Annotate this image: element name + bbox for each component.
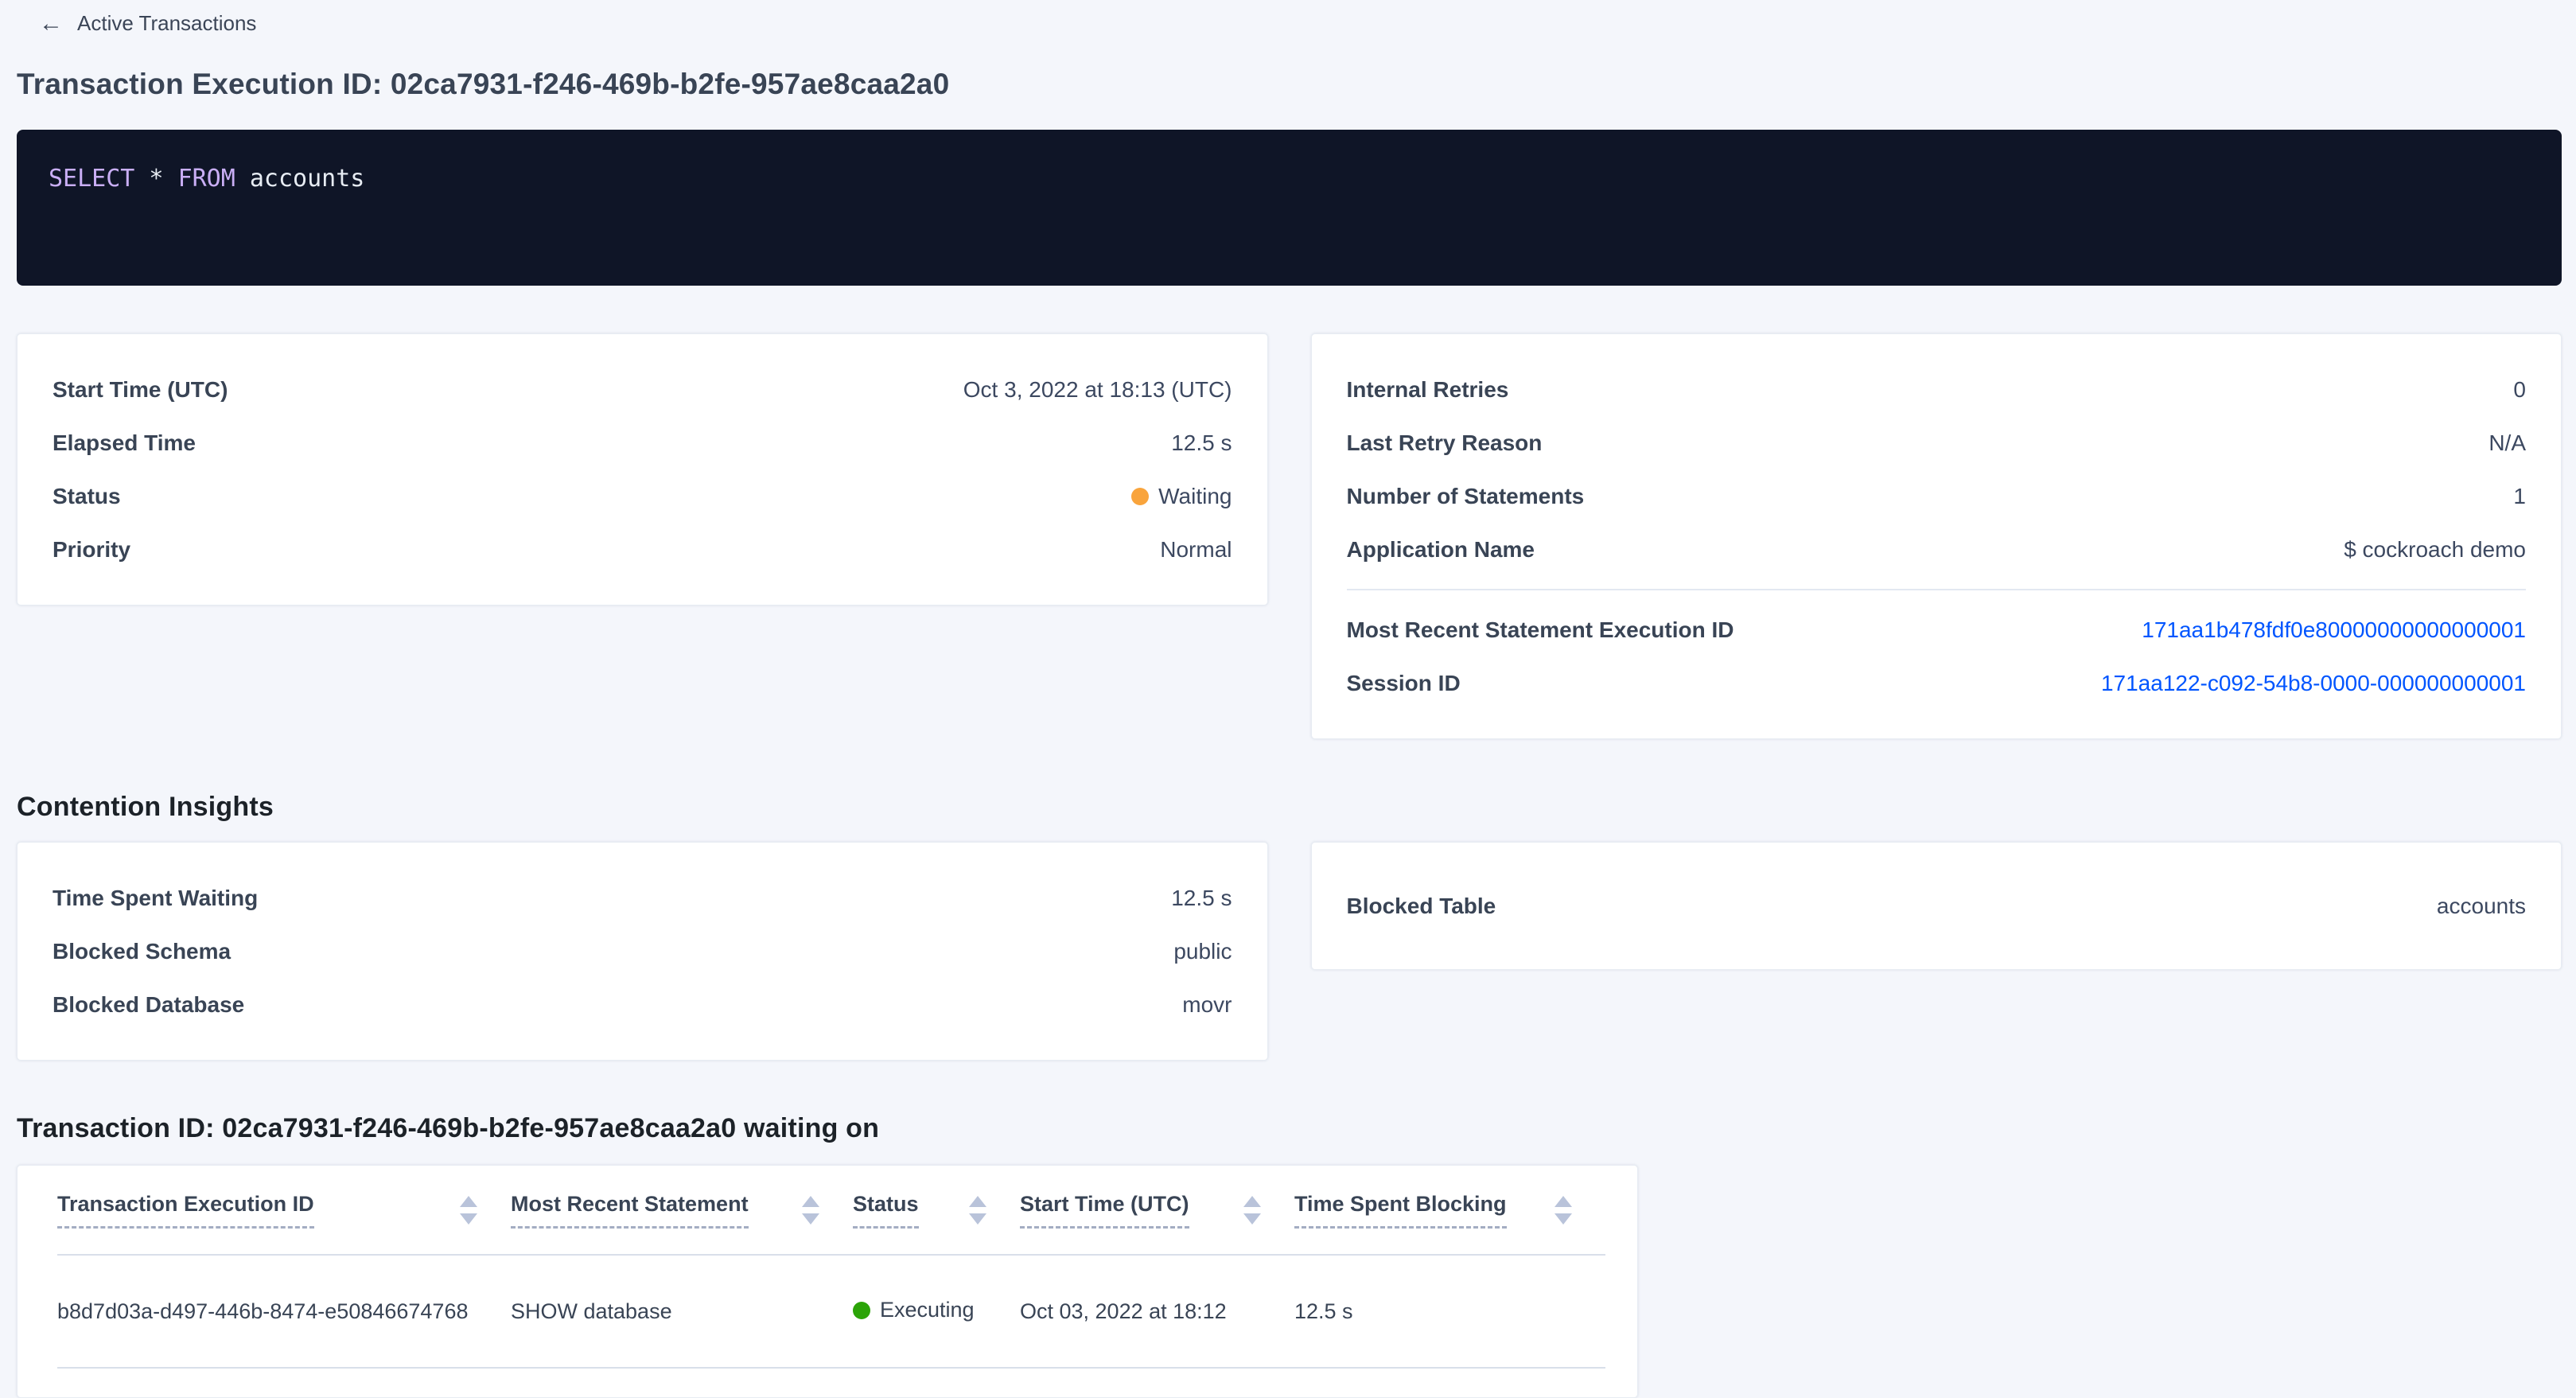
waiting-on-heading: Transaction ID: 02ca7931-f246-469b-b2fe-… <box>17 1113 2562 1144</box>
info-row-time-spent-waiting: Time Spent Waiting 12.5 s <box>53 871 1232 925</box>
info-row-elapsed-time: Elapsed Time 12.5 s <box>53 416 1232 469</box>
info-row-start-time: Start Time (UTC) Oct 3, 2022 at 18:13 (U… <box>53 363 1232 416</box>
internal-retries-label: Internal Retries <box>1347 377 1509 403</box>
application-name-value: $ cockroach demo <box>2344 537 2526 563</box>
sql-keyword: SELECT <box>49 165 134 193</box>
internal-retries-value: 0 <box>2513 377 2526 403</box>
start-time-value: Oct 3, 2022 at 18:13 (UTC) <box>963 377 1232 403</box>
blocked-schema-label: Blocked Schema <box>53 939 231 964</box>
sort-icon <box>969 1196 986 1225</box>
info-row-blocked-table: Blocked Table accounts <box>1347 879 2527 933</box>
waiting-on-table-card: Transaction Execution ID Most Recent Sta… <box>17 1165 1638 1398</box>
info-row-number-of-statements: Number of Statements 1 <box>1347 469 2527 523</box>
blocked-table-label: Blocked Table <box>1347 894 1496 919</box>
row-status-value: Executing <box>880 1298 975 1322</box>
application-name-label: Application Name <box>1347 537 1535 563</box>
elapsed-time-value: 12.5 s <box>1171 430 1232 456</box>
time-spent-waiting-value: 12.5 s <box>1171 886 1232 911</box>
column-header-label: Transaction Execution ID <box>57 1192 314 1229</box>
priority-value: Normal <box>1160 537 1232 563</box>
most-recent-statement-execution-id-label: Most Recent Statement Execution ID <box>1347 617 1734 643</box>
info-row-priority: Priority Normal <box>53 523 1232 576</box>
status-value: Waiting <box>1158 484 1232 509</box>
sort-icon <box>802 1196 819 1225</box>
cell-most-recent-statement: SHOW database <box>511 1299 853 1324</box>
overview-section: Start Time (UTC) Oct 3, 2022 at 18:13 (U… <box>17 333 2562 739</box>
breadcrumb-back-link[interactable]: ← Active Transactions <box>39 11 256 36</box>
number-of-statements-label: Number of Statements <box>1347 484 1585 509</box>
blocked-database-label: Blocked Database <box>53 992 244 1018</box>
column-header-label: Most Recent Statement <box>511 1192 749 1229</box>
sort-icon <box>1555 1196 1572 1225</box>
status-label: Status <box>53 484 121 509</box>
info-row-internal-retries: Internal Retries 0 <box>1347 363 2527 416</box>
overview-card-right: Internal Retries 0 Last Retry Reason N/A… <box>1311 333 2562 739</box>
status-badge: Waiting <box>1131 484 1232 509</box>
cell-transaction-execution-id: b8d7d03a-d497-446b-8474-e50846674768 <box>57 1299 511 1324</box>
contention-section: Time Spent Waiting 12.5 s Blocked Schema… <box>17 842 2562 1061</box>
column-header-most-recent-statement[interactable]: Most Recent Statement <box>511 1166 853 1254</box>
info-row-application-name: Application Name $ cockroach demo <box>1347 523 2527 576</box>
info-row-status: Status Waiting <box>53 469 1232 523</box>
contention-insights-heading: Contention Insights <box>17 792 2562 823</box>
sql-keyword: FROM <box>178 165 235 193</box>
sql-text: accounts <box>235 165 365 193</box>
table-row: b8d7d03a-d497-446b-8474-e50846674768 SHO… <box>57 1256 1605 1369</box>
breadcrumb-label: Active Transactions <box>77 11 256 36</box>
column-header-label: Status <box>853 1192 919 1229</box>
transaction-details-page: ← Active Transactions Transaction Execut… <box>0 0 2576 1398</box>
executing-status-dot-icon <box>853 1302 870 1319</box>
session-id-link[interactable]: 171aa122-c092-54b8-0000-000000000001 <box>2101 671 2526 696</box>
sql-statement-box: SELECT * FROM accounts <box>17 130 2562 286</box>
session-id-label: Session ID <box>1347 671 1461 696</box>
contention-card-right: Blocked Table accounts <box>1311 842 2562 970</box>
info-row-most-recent-statement-execution-id: Most Recent Statement Execution ID 171aa… <box>1347 603 2527 656</box>
cell-status: Executing <box>853 1298 1020 1325</box>
table-header-row: Transaction Execution ID Most Recent Sta… <box>57 1166 1605 1256</box>
cell-start-time: Oct 03, 2022 at 18:12 <box>1020 1299 1294 1324</box>
column-header-label: Time Spent Blocking <box>1294 1192 1507 1229</box>
number-of-statements-value: 1 <box>2513 484 2526 509</box>
sort-icon <box>1243 1196 1261 1225</box>
column-header-label: Start Time (UTC) <box>1020 1192 1189 1229</box>
info-row-blocked-schema: Blocked Schema public <box>53 925 1232 978</box>
blocked-database-value: movr <box>1182 992 1232 1018</box>
blocked-schema-value: public <box>1173 939 1232 964</box>
info-row-last-retry-reason: Last Retry Reason N/A <box>1347 416 2527 469</box>
card-divider <box>1347 589 2527 590</box>
blocked-table-value: accounts <box>2437 894 2526 919</box>
info-row-session-id: Session ID 171aa122-c092-54b8-0000-00000… <box>1347 656 2527 710</box>
elapsed-time-label: Elapsed Time <box>53 430 196 456</box>
start-time-label: Start Time (UTC) <box>53 377 228 403</box>
priority-label: Priority <box>53 537 130 563</box>
arrow-left-icon: ← <box>39 12 63 36</box>
waiting-status-dot-icon <box>1131 488 1149 505</box>
last-retry-reason-value: N/A <box>2488 430 2526 456</box>
info-row-blocked-database: Blocked Database movr <box>53 978 1232 1031</box>
time-spent-waiting-label: Time Spent Waiting <box>53 886 258 911</box>
column-header-status[interactable]: Status <box>853 1166 1020 1254</box>
column-header-time-spent-blocking[interactable]: Time Spent Blocking <box>1294 1166 1605 1254</box>
last-retry-reason-label: Last Retry Reason <box>1347 430 1543 456</box>
column-header-start-time[interactable]: Start Time (UTC) <box>1020 1166 1294 1254</box>
cell-time-spent-blocking: 12.5 s <box>1294 1299 1605 1324</box>
overview-card-left: Start Time (UTC) Oct 3, 2022 at 18:13 (U… <box>17 333 1268 606</box>
sort-icon <box>460 1196 477 1225</box>
sql-text: * <box>134 165 177 193</box>
column-header-transaction-execution-id[interactable]: Transaction Execution ID <box>57 1166 511 1254</box>
most-recent-statement-execution-id-link[interactable]: 171aa1b478fdf0e80000000000000001 <box>2142 617 2526 643</box>
page-title: Transaction Execution ID: 02ca7931-f246-… <box>17 68 2562 101</box>
contention-card-left: Time Spent Waiting 12.5 s Blocked Schema… <box>17 842 1268 1061</box>
